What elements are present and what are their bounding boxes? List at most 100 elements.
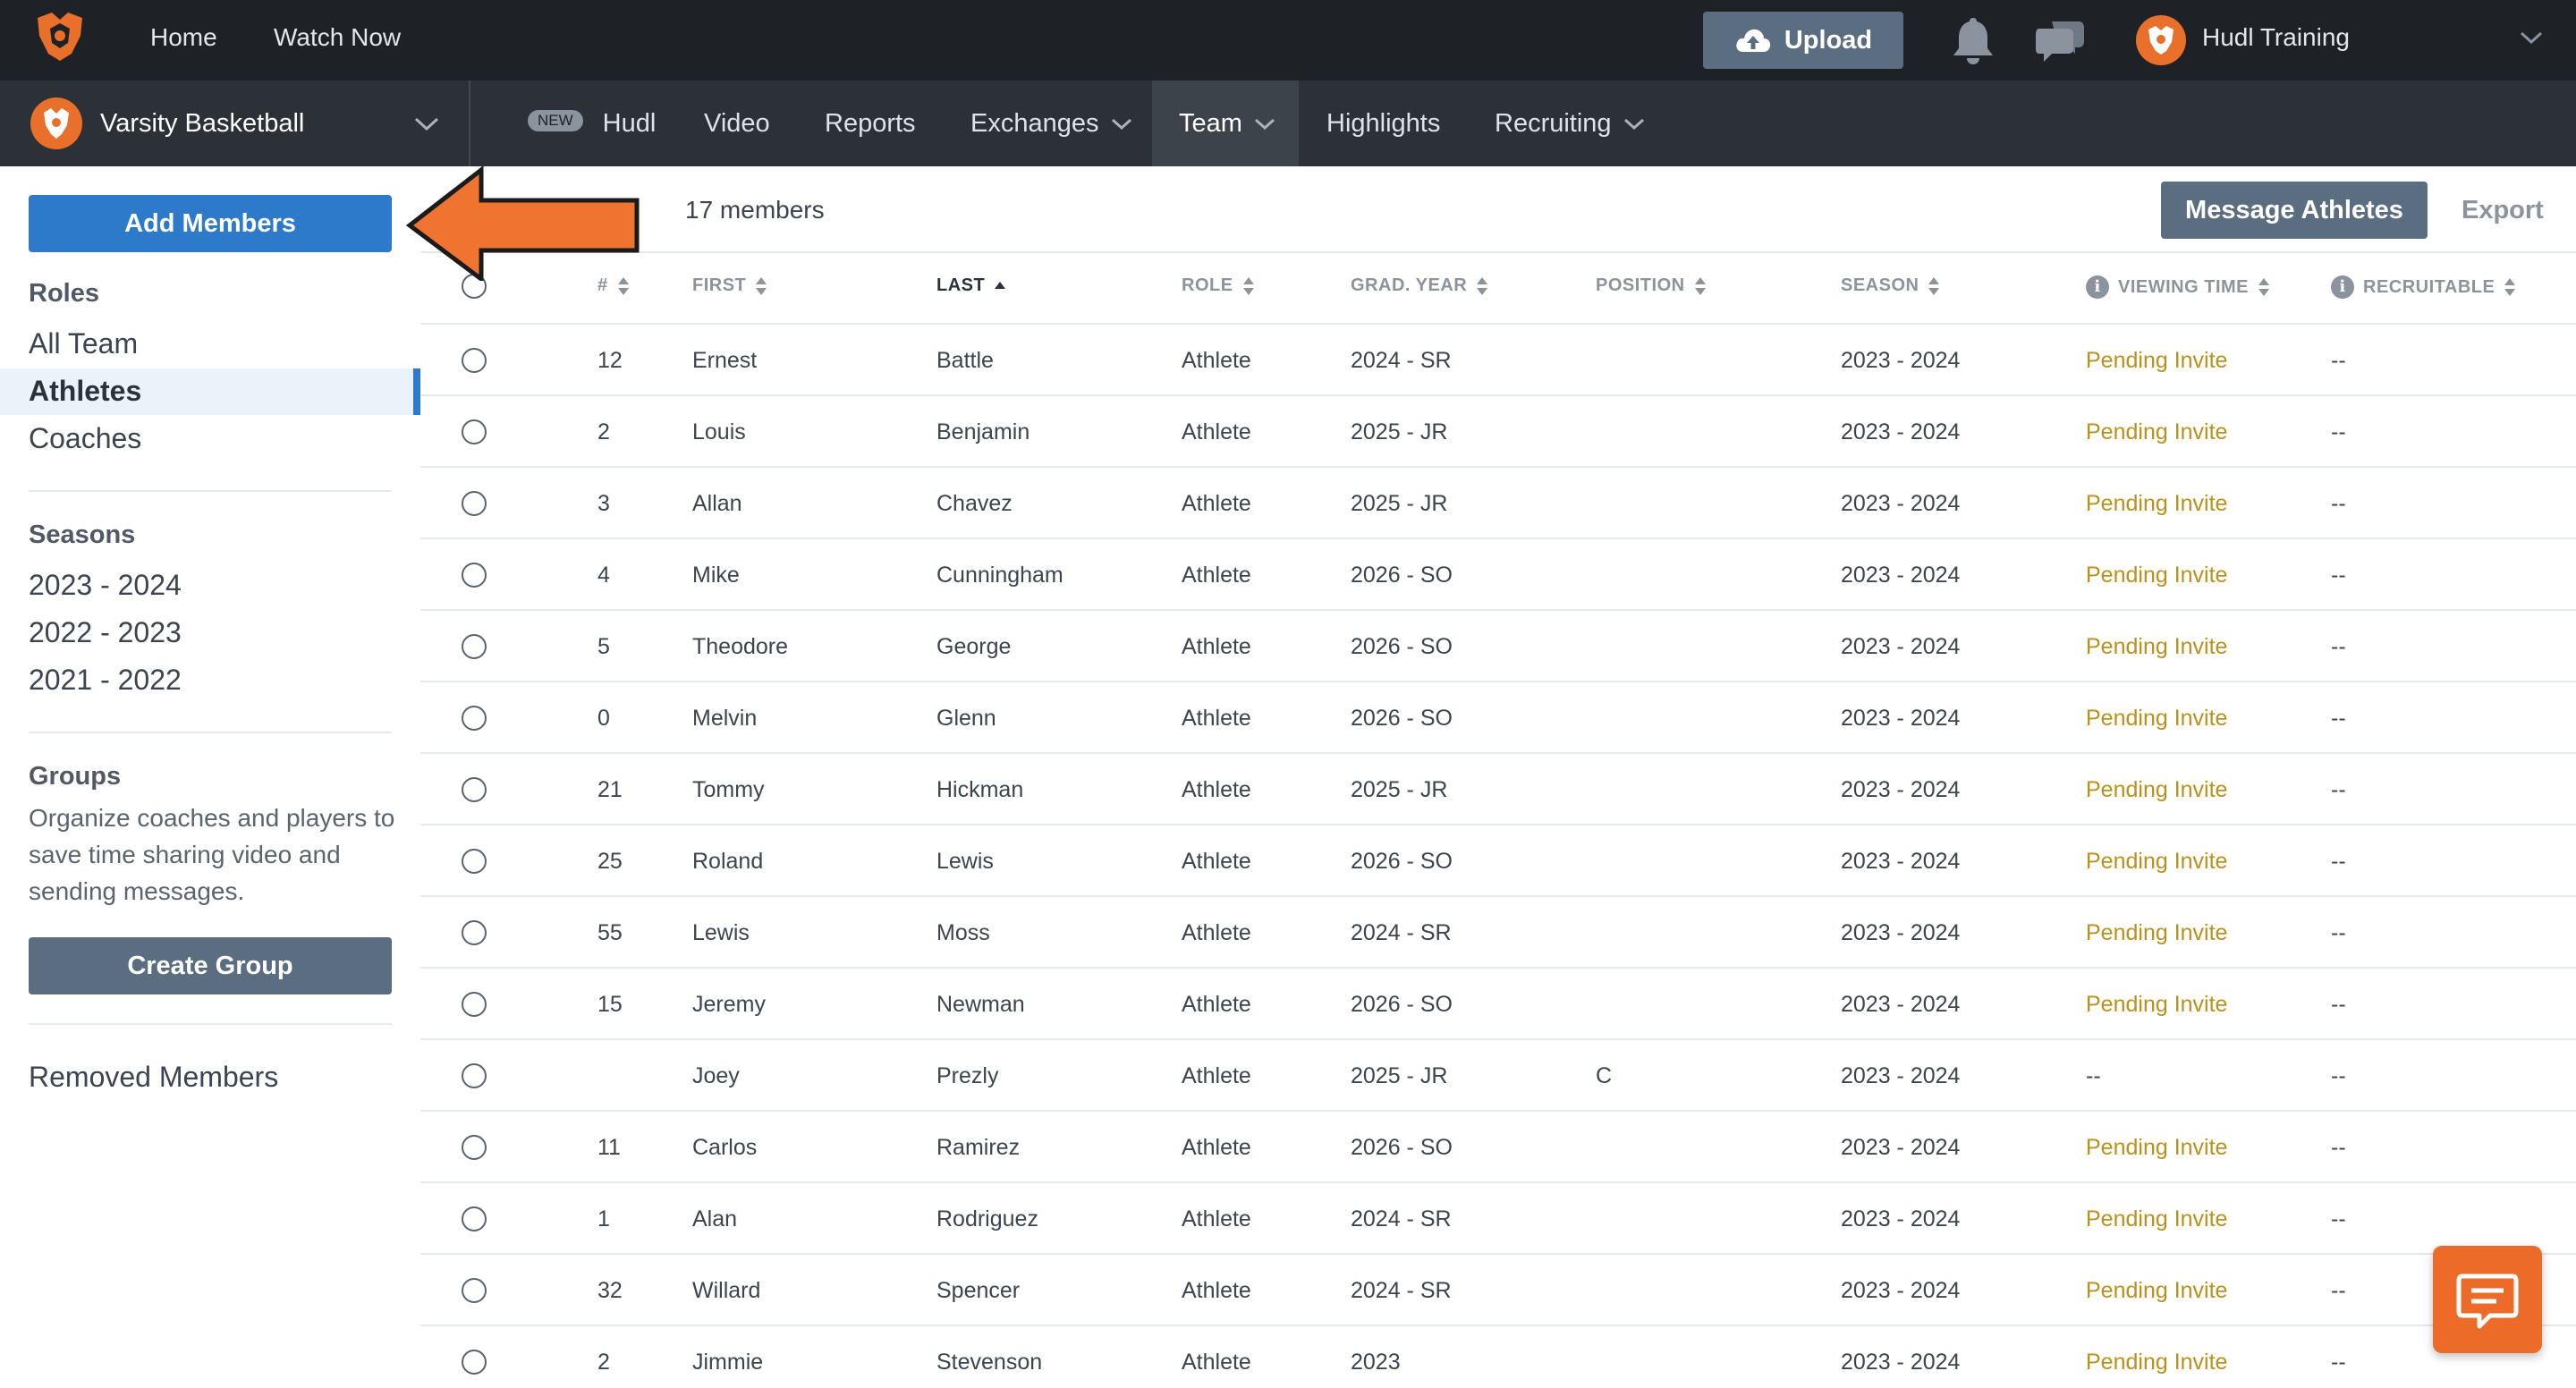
cell-viewing-time[interactable]: Pending Invite	[2086, 969, 2227, 1040]
cell-viewing-time[interactable]: Pending Invite	[2086, 396, 2227, 468]
row-select-radio[interactable]	[462, 348, 487, 373]
user-avatar[interactable]	[2136, 15, 2186, 65]
table-row[interactable]: 5 Theodore George Athlete 2026 - SO 2023 - 20…	[420, 611, 2576, 682]
table-row[interactable]: 2 Louis Benjamin Athlete 2025 - JR 2023 - 202…	[420, 396, 2576, 468]
cell-number: 4	[597, 563, 610, 588]
create-group-button[interactable]: Create Group	[29, 937, 392, 994]
cell-first-name: Melvin	[692, 706, 758, 731]
sidebar-item-season-2021-2022[interactable]: 2021 - 2022	[29, 664, 182, 697]
row-select-radio[interactable]	[462, 419, 487, 444]
chat-bubbles-icon[interactable]	[2034, 16, 2086, 64]
info-icon[interactable]: i	[2086, 275, 2109, 299]
tab-video[interactable]: Video	[704, 80, 770, 166]
sidebar-item-all-team[interactable]: All Team	[29, 327, 138, 360]
column-header-grad-year[interactable]: GRAD. YEAR	[1351, 275, 1488, 296]
column-header-viewing-time[interactable]: i VIEWING TIME	[2086, 275, 2270, 299]
cell-viewing-time[interactable]: Pending Invite	[2086, 1183, 2227, 1255]
sort-icon	[1694, 276, 1706, 295]
row-select-radio[interactable]	[462, 777, 487, 802]
removed-members-link[interactable]: Removed Members	[29, 1061, 278, 1094]
table-row[interactable]: 21 Tommy Hickman Athlete 2025 - JR 2023 - 202…	[420, 754, 2576, 825]
sort-ascending-icon	[995, 281, 1006, 289]
cell-viewing-time[interactable]: Pending Invite	[2086, 1255, 2227, 1326]
user-name[interactable]: Hudl Training	[2202, 0, 2350, 75]
chevron-down-icon[interactable]	[2519, 27, 2544, 48]
row-select-radio[interactable]	[462, 920, 487, 945]
row-select-radio[interactable]	[462, 992, 487, 1017]
table-row[interactable]: 2 Jimmie Stevenson Athlete 2023 2023 - 2024 Pe…	[420, 1326, 2576, 1388]
tab-hudl[interactable]: NEW Hudl	[528, 80, 656, 166]
cell-viewing-time[interactable]: Pending Invite	[2086, 682, 2227, 754]
cell-viewing-time[interactable]: Pending Invite	[2086, 325, 2227, 396]
table-row[interactable]: 1 Alan Rodriguez Athlete 2024 - SR 2023 - 202…	[420, 1183, 2576, 1255]
table-row[interactable]: 11 Carlos Ramirez Athlete 2026 - SO 2023 - 20…	[420, 1112, 2576, 1183]
row-select-radio[interactable]	[462, 1063, 487, 1088]
cell-role: Athlete	[1182, 634, 1251, 659]
table-row[interactable]: 12 Ernest Battle Athlete 2024 - SR 2023 - 202…	[420, 325, 2576, 396]
column-header-position[interactable]: POSITION	[1596, 275, 1707, 296]
export-button[interactable]: Export	[2462, 182, 2544, 239]
row-select-radio[interactable]	[462, 491, 487, 516]
table-row[interactable]: 15 Jeremy Newman Athlete 2026 - SO 2023 - 202…	[420, 969, 2576, 1040]
row-select-radio[interactable]	[462, 1278, 487, 1303]
message-athletes-button[interactable]: Message Athletes	[2161, 182, 2428, 239]
table-row[interactable]: Joey Prezly Athlete 2025 - JR C 2023 - 2024 --…	[420, 1040, 2576, 1112]
column-header-last[interactable]: LAST	[936, 275, 1006, 296]
cell-first-name: Ernest	[692, 348, 758, 373]
cell-viewing-time[interactable]: Pending Invite	[2086, 1326, 2227, 1388]
cell-viewing-time[interactable]: Pending Invite	[2086, 1112, 2227, 1183]
column-header-role-label: ROLE	[1182, 275, 1233, 295]
column-header-role[interactable]: ROLE	[1182, 275, 1255, 296]
cell-number: 3	[597, 491, 610, 516]
row-select-radio[interactable]	[462, 1206, 487, 1231]
sidebar-item-athletes[interactable]: Athletes	[29, 375, 141, 408]
hudl-logo-icon[interactable]	[32, 9, 88, 64]
sidebar-item-coaches[interactable]: Coaches	[29, 422, 141, 455]
table-row[interactable]: 32 Willard Spencer Athlete 2024 - SR 2023 - 2…	[420, 1255, 2576, 1326]
tab-exchanges[interactable]: Exchanges	[970, 80, 1133, 166]
table-row[interactable]: 3 Allan Chavez Athlete 2025 - JR 2023 - 2024 P…	[420, 468, 2576, 539]
cell-viewing-time[interactable]: Pending Invite	[2086, 825, 2227, 897]
table-row[interactable]: 0 Melvin Glenn Athlete 2026 - SO 2023 - 2024 P…	[420, 682, 2576, 754]
cell-recruitable: --	[2331, 1063, 2346, 1088]
row-select-radio[interactable]	[462, 706, 487, 731]
row-select-radio[interactable]	[462, 634, 487, 659]
column-header-position-label: POSITION	[1596, 275, 1685, 295]
row-select-radio[interactable]	[462, 1350, 487, 1375]
cell-viewing-time[interactable]: Pending Invite	[2086, 611, 2227, 682]
table-row[interactable]: 55 Lewis Moss Athlete 2024 - SR 2023 - 2024 Pe…	[420, 897, 2576, 969]
sidebar-item-season-2022-2023[interactable]: 2022 - 2023	[29, 616, 182, 649]
cell-viewing-time[interactable]: Pending Invite	[2086, 897, 2227, 969]
column-header-season[interactable]: SEASON	[1841, 275, 1940, 296]
toolbar-divider	[420, 251, 2576, 253]
cell-last-name: Prezly	[936, 1063, 999, 1088]
cell-viewing-time[interactable]: Pending Invite	[2086, 754, 2227, 825]
column-header-first[interactable]: FIRST	[692, 275, 767, 296]
tab-recruiting[interactable]: Recruiting	[1495, 80, 1646, 166]
tab-highlights[interactable]: Highlights	[1326, 80, 1440, 166]
cell-season: 2023 - 2024	[1841, 920, 1961, 945]
team-selector[interactable]: Varsity Basketball	[0, 80, 470, 166]
sidebar-item-season-2023-2024[interactable]: 2023 - 2024	[29, 569, 182, 602]
table-row[interactable]: 4 Mike Cunningham Athlete 2026 - SO 2023 - 20…	[420, 539, 2576, 611]
row-select-radio[interactable]	[462, 1135, 487, 1160]
add-members-button[interactable]: Add Members	[29, 195, 392, 252]
cell-first-name: Louis	[692, 419, 746, 444]
nav-home[interactable]: Home	[150, 0, 217, 80]
row-select-radio[interactable]	[462, 849, 487, 874]
cell-season: 2023 - 2024	[1841, 849, 1961, 874]
column-header-recruitable[interactable]: i RECRUITABLE	[2331, 275, 2516, 299]
tab-team[interactable]: Team	[1152, 80, 1299, 166]
table-row[interactable]: 25 Roland Lewis Athlete 2026 - SO 2023 - 2024…	[420, 825, 2576, 897]
tab-reports[interactable]: Reports	[825, 80, 916, 166]
cell-viewing-time[interactable]: Pending Invite	[2086, 539, 2227, 611]
bell-icon[interactable]	[1948, 14, 1998, 66]
cell-grad-year: 2026 - SO	[1351, 563, 1453, 588]
info-icon[interactable]: i	[2331, 275, 2354, 299]
cell-viewing-time[interactable]: Pending Invite	[2086, 468, 2227, 539]
help-chat-button[interactable]	[2433, 1246, 2542, 1353]
upload-button[interactable]: Upload	[1703, 12, 1903, 69]
row-select-radio[interactable]	[462, 563, 487, 588]
nav-watch-now[interactable]: Watch Now	[274, 0, 401, 80]
orange-arrow-pointer	[406, 166, 640, 281]
